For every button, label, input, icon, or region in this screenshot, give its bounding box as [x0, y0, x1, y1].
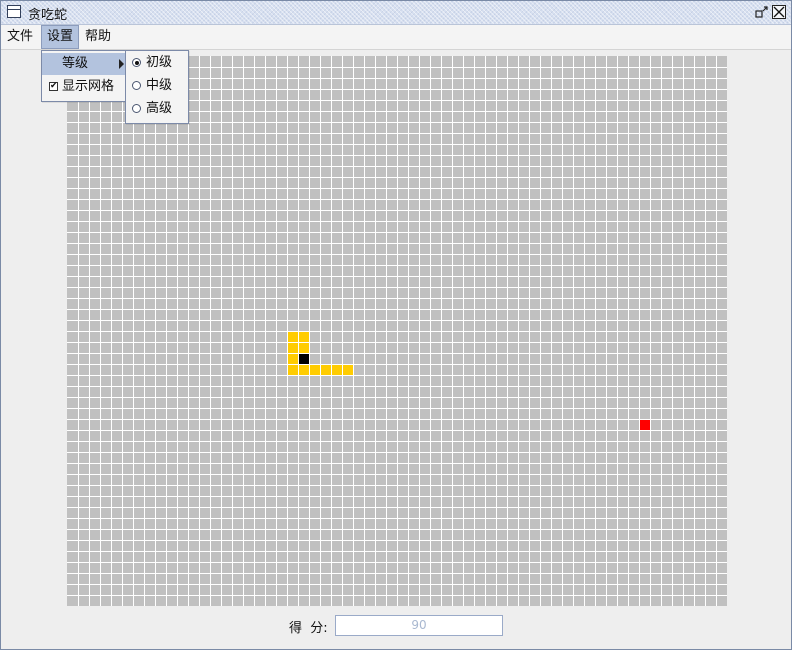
- level-option-intermediate[interactable]: 中级: [126, 75, 188, 97]
- show-grid-checkbox[interactable]: ✔: [49, 82, 58, 91]
- game-board[interactable]: [67, 56, 727, 606]
- level-option-advanced[interactable]: 高级: [126, 98, 188, 120]
- score-field: 90: [335, 615, 503, 636]
- snake-body-segment: [298, 342, 309, 353]
- level-option-beginner[interactable]: 初级: [126, 52, 188, 74]
- snake-body-segment: [287, 353, 298, 364]
- menu-file[interactable]: 文件: [2, 25, 40, 49]
- snake-body-segment: [320, 364, 331, 375]
- restore-button[interactable]: [755, 5, 769, 19]
- close-icon: [773, 6, 785, 18]
- level-submenu: 初级 中级 高级: [125, 50, 189, 124]
- menu-settings[interactable]: 设置: [41, 25, 79, 49]
- restore-icon: [755, 6, 768, 18]
- board-canvas: [67, 56, 727, 606]
- level-radio-beginner[interactable]: [132, 58, 141, 67]
- menu-help[interactable]: 帮助: [80, 25, 118, 49]
- snake-body-segment: [331, 364, 342, 375]
- level-radio-advanced[interactable]: [132, 104, 141, 113]
- level-option-label: 高级: [146, 101, 173, 116]
- close-button[interactable]: [772, 5, 786, 19]
- level-radio-intermediate[interactable]: [132, 81, 141, 90]
- title-bar[interactable]: 贪吃蛇: [1, 1, 791, 25]
- level-option-label: 中级: [146, 78, 173, 93]
- chevron-right-icon: [119, 59, 124, 69]
- snake-body-segment: [287, 342, 298, 353]
- snake-body-segment: [298, 331, 309, 342]
- game-window: 贪吃蛇 文件 设置 帮助 等级 ✔ 显示网格 初级 中级 高级 得 分: 90: [0, 0, 792, 650]
- menu-item-show-grid-label: 显示网格: [62, 79, 115, 94]
- snake-body-segment: [298, 364, 309, 375]
- snake-body-segment: [287, 364, 298, 375]
- window-icon: [7, 5, 21, 18]
- settings-menu: 等级 ✔ 显示网格: [41, 50, 129, 102]
- snake-head: [298, 353, 309, 364]
- snake-body-segment: [309, 364, 320, 375]
- menu-item-show-grid[interactable]: ✔ 显示网格: [42, 76, 128, 98]
- menu-bar: 文件 设置 帮助: [1, 25, 791, 50]
- menu-item-level-label: 等级: [62, 56, 89, 71]
- score-label: 得 分:: [289, 621, 328, 636]
- snake-body-segment: [342, 364, 353, 375]
- window-title: 贪吃蛇: [28, 8, 68, 23]
- grid-lines: [67, 56, 727, 606]
- snake-body-segment: [287, 331, 298, 342]
- level-option-label: 初级: [146, 55, 173, 70]
- menu-item-level[interactable]: 等级: [42, 53, 128, 75]
- food-item: [639, 419, 650, 430]
